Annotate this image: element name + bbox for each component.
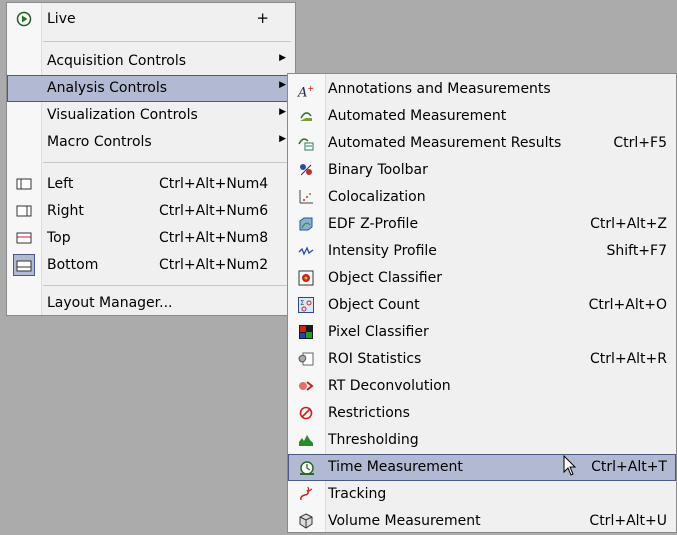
menu-item-shortcut: Ctrl+F5	[613, 135, 667, 151]
menu-item-label: Time Measurement	[328, 459, 463, 475]
menu-item-label: Object Classifier	[328, 270, 442, 286]
submenu-item-colocalization[interactable]: Colocalization	[288, 184, 676, 211]
menu-item-acquisition-controls[interactable]: Acquisition Controls ▶	[7, 48, 295, 75]
submenu-arrow-icon: ▶	[279, 80, 286, 90]
menu-item-layout-left[interactable]: Left Ctrl+Alt+Num4	[7, 171, 295, 198]
menu-item-label: Layout Manager...	[47, 295, 173, 311]
menu-item-layout-right[interactable]: Right Ctrl+Alt+Num6	[7, 198, 295, 225]
submenu-item-thresholding[interactable]: Thresholding	[288, 427, 676, 454]
menu-item-shortcut: Shift+F7	[606, 243, 667, 259]
submenu-item-rt-deconvolution[interactable]: RT Deconvolution	[288, 373, 676, 400]
menu-item-label: Annotations and Measurements	[328, 81, 551, 97]
submenu-item-binary-toolbar[interactable]: Binary Toolbar	[288, 157, 676, 184]
menu-item-label: Object Count	[328, 297, 420, 313]
submenu-item-pixel-classifier[interactable]: Pixel Classifier	[288, 319, 676, 346]
pixel-classifier-icon	[298, 324, 314, 340]
main-context-menu: Live + Acquisition Controls ▶ Analysis C…	[6, 2, 296, 316]
menu-item-shortcut: Ctrl+Alt+Num4	[159, 176, 269, 192]
menu-item-analysis-controls[interactable]: Analysis Controls ▶	[7, 75, 295, 102]
menu-item-label: Tracking	[328, 486, 387, 502]
intensity-profile-icon	[298, 243, 314, 259]
binary-toolbar-icon	[298, 162, 314, 178]
mouse-pointer-icon	[563, 454, 577, 481]
menu-item-label: RT Deconvolution	[328, 378, 451, 394]
menu-item-label: Macro Controls	[47, 134, 152, 150]
menu-item-label: Left	[47, 176, 74, 192]
object-count-icon: Σ	[298, 297, 314, 313]
submenu-item-volume-measurement[interactable]: Volume Measurement Ctrl+Alt+U	[288, 508, 676, 535]
measurement-results-icon	[298, 135, 314, 151]
layout-top-icon	[16, 230, 32, 246]
submenu-item-object-count[interactable]: Σ Object Count Ctrl+Alt+O	[288, 292, 676, 319]
menu-item-shortcut: Ctrl+Alt+Z	[590, 216, 667, 232]
submenu-item-edf-z-profile[interactable]: EDF Z-Profile Ctrl+Alt+Z	[288, 211, 676, 238]
layout-right-icon	[16, 203, 32, 219]
submenu-item-object-classifier[interactable]: Object Classifier	[288, 265, 676, 292]
menu-item-shortcut: Ctrl+Alt+Num6	[159, 203, 269, 219]
menu-item-label: Automated Measurement Results	[328, 135, 562, 151]
edf-profile-icon	[298, 216, 314, 232]
tracking-icon	[298, 486, 314, 502]
menu-item-visualization-controls[interactable]: Visualization Controls ▶	[7, 102, 295, 129]
menu-item-label: Live	[47, 11, 76, 27]
automated-measurement-icon	[298, 108, 314, 124]
layout-left-icon	[16, 176, 32, 192]
menu-item-live[interactable]: Live +	[7, 6, 295, 33]
deconvolution-icon	[298, 378, 314, 394]
menu-item-macro-controls[interactable]: Macro Controls ▶	[7, 129, 295, 156]
menu-item-label: Analysis Controls	[47, 80, 168, 96]
svg-text:Σ: Σ	[300, 299, 304, 307]
layout-bottom-icon	[13, 254, 35, 276]
submenu-item-intensity-profile[interactable]: Intensity Profile Shift+F7	[288, 238, 676, 265]
menu-item-label: Restrictions	[328, 405, 410, 421]
menu-item-shortcut: Ctrl+Alt+O	[588, 297, 667, 313]
menu-item-label: Colocalization	[328, 189, 426, 205]
submenu-item-time-measurement[interactable]: Time Measurement Ctrl+Alt+T	[288, 454, 676, 481]
menu-item-layout-manager[interactable]: Layout Manager...	[7, 290, 295, 317]
submenu-item-annotations[interactable]: A+ Annotations and Measurements	[288, 76, 676, 103]
menu-item-label: Intensity Profile	[328, 243, 437, 259]
menu-item-label: EDF Z-Profile	[328, 216, 419, 232]
submenu-arrow-icon: ▶	[279, 134, 286, 144]
menu-item-shortcut: Ctrl+Alt+Num2	[159, 257, 269, 273]
menu-item-label: ROI Statistics	[328, 351, 422, 367]
menu-item-shortcut: Ctrl+Alt+R	[589, 351, 667, 367]
menu-item-layout-bottom[interactable]: Bottom Ctrl+Alt+Num2	[7, 252, 295, 279]
add-icon: +	[256, 9, 269, 27]
menu-item-label: Automated Measurement	[328, 108, 507, 124]
submenu-arrow-icon: ▶	[279, 107, 286, 117]
object-classifier-icon	[298, 270, 314, 286]
menu-item-label: Binary Toolbar	[328, 162, 428, 178]
submenu-arrow-icon: ▶	[279, 53, 286, 63]
menu-item-shortcut: Ctrl+Alt+Num8	[159, 230, 269, 246]
menu-item-label: Acquisition Controls	[47, 53, 187, 69]
menu-item-label: Visualization Controls	[47, 107, 198, 123]
thresholding-icon	[298, 432, 314, 448]
play-circle-icon	[16, 11, 32, 27]
menu-item-layout-top[interactable]: Top Ctrl+Alt+Num8	[7, 225, 295, 252]
submenu-item-measurement-results[interactable]: Automated Measurement Results Ctrl+F5	[288, 130, 676, 157]
menu-separator	[43, 162, 291, 163]
colocalization-icon	[298, 189, 314, 205]
menu-separator	[43, 285, 291, 286]
submenu-item-automated-measurement[interactable]: Automated Measurement	[288, 103, 676, 130]
submenu-item-roi-statistics[interactable]: ROI Statistics Ctrl+Alt+R	[288, 346, 676, 373]
menu-item-label: Pixel Classifier	[328, 324, 429, 340]
menu-item-label: Bottom	[47, 257, 99, 273]
analysis-controls-submenu: A+ Annotations and Measurements Automate…	[287, 73, 677, 533]
menu-item-label: Thresholding	[328, 432, 419, 448]
menu-item-shortcut: Ctrl+Alt+T	[591, 459, 667, 475]
menu-item-label: Right	[47, 203, 84, 219]
restrictions-icon	[298, 405, 314, 421]
submenu-item-tracking[interactable]: Tracking	[288, 481, 676, 508]
submenu-item-restrictions[interactable]: Restrictions	[288, 400, 676, 427]
menu-separator	[43, 41, 291, 42]
clock-icon	[299, 460, 315, 476]
annotation-icon: A+	[298, 84, 315, 101]
roi-statistics-icon	[298, 351, 314, 367]
menu-item-label: Top	[47, 230, 71, 246]
